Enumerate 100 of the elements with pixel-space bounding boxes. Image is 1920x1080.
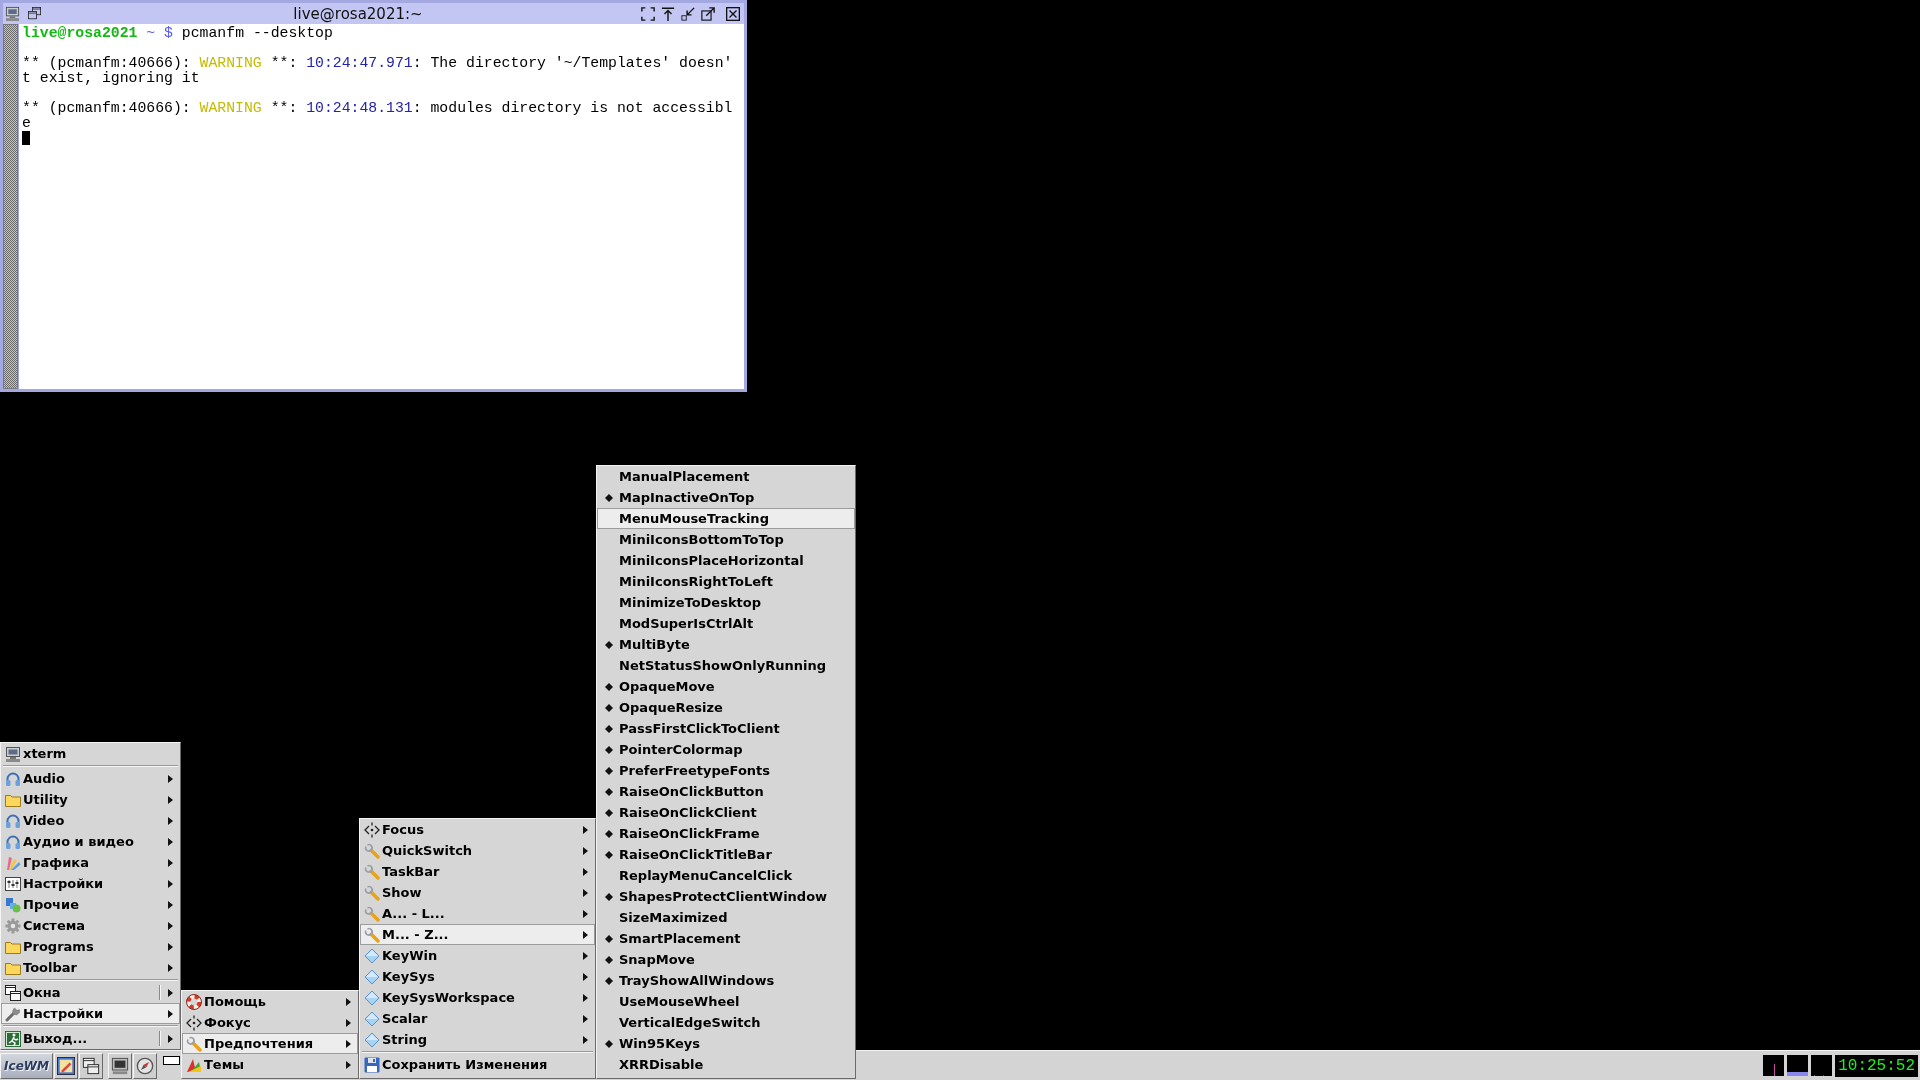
menu-item[interactable]: Система [1, 915, 180, 936]
menu-item[interactable]: RaiseOnClickClient [597, 802, 855, 823]
rollup-icon[interactable] [661, 6, 675, 21]
menu-item[interactable]: Фокус [182, 1012, 358, 1033]
wrench-icon [186, 1035, 202, 1052]
start-button[interactable]: IceWM [0, 1052, 53, 1079]
menu-item[interactable]: PointerColormap [597, 739, 855, 760]
menu-item[interactable]: Предпочтения [182, 1033, 358, 1054]
maximize-icon[interactable] [701, 6, 715, 21]
menu-item[interactable]: NetStatusShowOnlyRunning [597, 655, 855, 676]
menu-item[interactable]: Настройки [1, 873, 180, 894]
submenu-arrow-icon [583, 867, 588, 876]
menu-item[interactable]: xterm [1, 743, 180, 764]
menu-item[interactable]: KeyWin [360, 945, 595, 966]
menu-item[interactable]: MinimizeToDesktop [597, 592, 855, 613]
menu-item[interactable]: ManualPlacement [597, 466, 855, 487]
workspace-icon[interactable] [163, 1056, 180, 1065]
menu-item[interactable]: OpaqueResize [597, 697, 855, 718]
menu-item[interactable]: Toolbar [1, 957, 180, 978]
menu-item[interactable]: TrayShowAllWindows [597, 970, 855, 991]
menu-item[interactable]: MiniIconsRightToLeft [597, 571, 855, 592]
menu-item[interactable]: MultiByte [597, 634, 855, 655]
menu-item[interactable]: Win95Keys [597, 1033, 855, 1054]
menu-item[interactable]: XRRDisable [597, 1054, 855, 1075]
menu-item[interactable]: KeySys [360, 966, 595, 987]
wrench-icon [364, 905, 380, 922]
menu-item[interactable]: SmartPlacement [597, 928, 855, 949]
menu-item[interactable]: Show [360, 882, 595, 903]
menu-item[interactable]: Сохранить Изменения [360, 1054, 595, 1075]
scrollbar[interactable] [3, 24, 18, 389]
diamond-bullet-icon [605, 829, 613, 838]
quick-launch-button[interactable] [133, 1052, 157, 1079]
submenu-arrow-icon [168, 837, 173, 846]
menu-item[interactable]: Scalar [360, 1008, 595, 1029]
menu-item[interactable]: KeySysWorkspace [360, 987, 595, 1008]
menu-item[interactable]: VerticalEdgeSwitch [597, 1012, 855, 1033]
submenu-arrow-icon [583, 1035, 588, 1044]
menu-item[interactable]: PreferFreetypeFonts [597, 760, 855, 781]
menu-item[interactable]: Video [1, 810, 180, 831]
menu-item[interactable]: Аудио и видео [1, 831, 180, 852]
menu-item[interactable]: RaiseOnClickTitleBar [597, 844, 855, 865]
submenu-arrow-icon [168, 942, 173, 951]
menu-item[interactable]: TaskBar [360, 861, 595, 882]
menu-item[interactable]: Utility [1, 789, 180, 810]
menu-item[interactable]: Настройки [1, 1003, 180, 1024]
menu-item[interactable]: PassFirstClickToClient [597, 718, 855, 739]
menu-item[interactable]: SizeMaximized [597, 907, 855, 928]
close-icon[interactable] [726, 6, 740, 21]
menu-item[interactable]: MiniIconsPlaceHorizontal [597, 550, 855, 571]
window-title: live@rosa2021:~ [292, 4, 424, 23]
menu-item[interactable]: Audio [1, 768, 180, 789]
windows-icon [82, 1056, 100, 1075]
submenu-arrow-icon [168, 1034, 173, 1043]
fullscreen-icon[interactable] [641, 6, 655, 21]
menu-item[interactable]: Focus [360, 819, 595, 840]
crosshair-icon [364, 821, 380, 838]
menu-item[interactable]: Окна [1, 982, 180, 1003]
menu-item[interactable]: Темы [182, 1054, 358, 1075]
restore-icon[interactable] [28, 7, 41, 20]
crosshair-icon [186, 1014, 202, 1031]
submenu-arrow-icon [346, 1060, 351, 1069]
menu-item[interactable]: ReplayMenuCancelClick [597, 865, 855, 886]
terminal-line: t exist, ignoring it [22, 71, 201, 86]
menu-item[interactable]: Помощь [182, 991, 358, 1012]
submenu-arrow-icon [168, 858, 173, 867]
menu-item[interactable]: MiniIconsBottomToTop [597, 529, 855, 550]
gear-icon [5, 917, 21, 934]
menu-item[interactable]: RaiseOnClickFrame [597, 823, 855, 844]
menu-item[interactable]: MapInactiveOnTop [597, 487, 855, 508]
monitor-icon[interactable] [5, 6, 20, 21]
menu-item[interactable]: SnapMove [597, 949, 855, 970]
menu-item[interactable]: UseMouseWheel [597, 991, 855, 1012]
menu-item[interactable]: Графика [1, 852, 180, 873]
submenu-arrow-icon [583, 888, 588, 897]
menu-item[interactable]: OpaqueMove [597, 676, 855, 697]
diamond-bullet-icon [605, 850, 613, 859]
activity-graph-icon [1763, 1055, 1785, 1076]
menu-item[interactable]: M... - Z... [360, 924, 595, 945]
menu-item[interactable]: String [360, 1029, 595, 1050]
menu-item[interactable]: Выход... [1, 1028, 180, 1049]
quick-launch-button[interactable] [108, 1052, 132, 1079]
submenu-arrow-icon [168, 774, 173, 783]
menu-item[interactable]: ShapesProtectClientWindow [597, 886, 855, 907]
submenu-arrow-icon [583, 951, 588, 960]
submenu-arrow-icon [346, 1039, 351, 1048]
quick-launch-button[interactable] [54, 1052, 78, 1079]
menu-item[interactable]: MenuMouseTracking [597, 508, 855, 529]
diamond-bullet-icon [605, 703, 613, 712]
submenu-arrow-icon [168, 816, 173, 825]
menu-item[interactable]: Programs [1, 936, 180, 957]
menu-item[interactable]: QuickSwitch [360, 840, 595, 861]
diamond-bullet-icon [605, 892, 613, 901]
diamond-icon [364, 1031, 380, 1048]
menu-item[interactable]: A... - L... [360, 903, 595, 924]
menu-item[interactable]: Прочие [1, 894, 180, 915]
menu-item[interactable]: ModSuperIsCtrlAlt [597, 613, 855, 634]
quick-launch-button[interactable] [79, 1052, 103, 1079]
menu-item[interactable]: RaiseOnClickButton [597, 781, 855, 802]
minimize-icon[interactable] [681, 6, 695, 21]
wrench-icon [5, 1005, 21, 1022]
